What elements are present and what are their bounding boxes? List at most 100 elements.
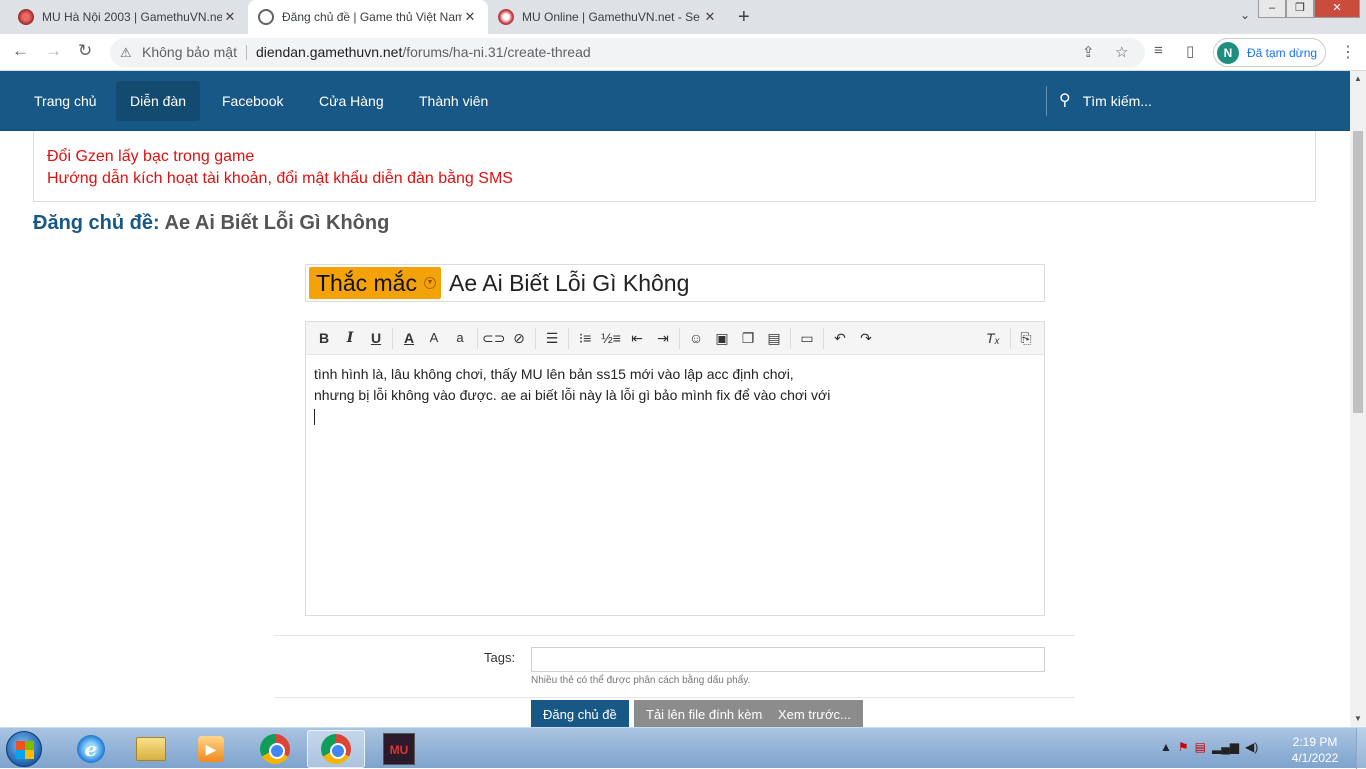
minimize-button[interactable]: – bbox=[1258, 0, 1286, 18]
outdent-icon[interactable]: ⇤ bbox=[626, 329, 648, 347]
toolbar-divider bbox=[392, 328, 393, 349]
close-window-button[interactable]: ✕ bbox=[1314, 0, 1360, 18]
link-icon[interactable]: ⊂⊃ bbox=[482, 329, 505, 347]
media-icon[interactable]: ❐ bbox=[737, 329, 759, 347]
nav-item-store[interactable]: Cửa Hàng bbox=[305, 81, 398, 121]
save-draft-icon[interactable]: ▭ bbox=[796, 329, 818, 347]
smiley-icon[interactable]: ☺ bbox=[685, 329, 707, 347]
bold-button[interactable]: B bbox=[313, 329, 335, 347]
italic-button[interactable]: I bbox=[339, 329, 361, 347]
close-tab-icon[interactable]: ✕ bbox=[222, 9, 238, 25]
align-icon[interactable]: ☰ bbox=[541, 329, 563, 347]
indent-icon[interactable]: ⇥ bbox=[652, 329, 674, 347]
scroll-down-icon[interactable]: ▼ bbox=[1350, 711, 1366, 727]
show-desktop-button[interactable] bbox=[1356, 728, 1366, 769]
windows-logo-icon-lower bbox=[16, 750, 34, 759]
editor-content[interactable]: tình hình là, lâu không chơi, thấy MU lê… bbox=[314, 364, 830, 427]
show-hidden-icons[interactable]: ▲ bbox=[1160, 740, 1172, 754]
search-label: Tìm kiếm... bbox=[1082, 93, 1152, 109]
notice-box: Đổi Gzen lấy bạc trong game Hướng dẫn kí… bbox=[33, 131, 1316, 202]
url-path: /forums/ha-ni.31/create-thread bbox=[402, 44, 591, 60]
font-size-button[interactable]: A bbox=[423, 329, 445, 347]
rich-text-editor: B I U A A a ⊂⊃ ⊘ ☰ ⁝≡ ½≡ ⇤ ⇥ ☺ ▣ ❐ ▤ ▭ ↶ bbox=[305, 321, 1045, 616]
site-search[interactable]: ⚲ Tìm kiếm... bbox=[1046, 86, 1152, 116]
share-icon[interactable]: ⇪ bbox=[1082, 38, 1095, 67]
close-tab-icon[interactable]: ✕ bbox=[702, 9, 718, 25]
taskbar-file-explorer[interactable] bbox=[122, 730, 180, 768]
toolbar-divider bbox=[477, 328, 478, 349]
taskbar-chrome[interactable] bbox=[246, 730, 304, 768]
side-panel-icon[interactable]: ▯ bbox=[1186, 42, 1194, 60]
windows-taskbar: e ▶ MU ▲ ⚑ ▤ ▂▄▆ ◀) 2:19 PM 4/1/2022 bbox=[0, 727, 1366, 769]
font-family-button[interactable]: a bbox=[449, 329, 471, 347]
divider bbox=[274, 635, 1075, 636]
nav-item-facebook[interactable]: Facebook bbox=[208, 81, 297, 121]
internet-explorer-icon: e bbox=[77, 735, 105, 763]
text-caret bbox=[314, 409, 315, 426]
maximize-button[interactable]: ❐ bbox=[1286, 0, 1314, 18]
scroll-up-icon[interactable]: ▲ bbox=[1350, 71, 1366, 87]
browser-tab[interactable]: MU Online | GamethuVN.net - Se ✕ bbox=[488, 0, 728, 34]
close-tab-icon[interactable]: ✕ bbox=[462, 9, 478, 25]
menu-icon[interactable]: ⋮ bbox=[1340, 42, 1356, 62]
browser-tab-active[interactable]: Đăng chủ đề | Game thủ Việt Nam ✕ bbox=[248, 0, 488, 34]
security-icon[interactable]: ▤ bbox=[1195, 740, 1206, 754]
image-icon[interactable]: ▣ bbox=[711, 329, 733, 347]
taskbar-chrome-active[interactable] bbox=[307, 730, 365, 768]
underline-button[interactable]: U bbox=[365, 329, 387, 347]
thread-title-input[interactable]: Ae Ai Biết Lỗi Gì Không bbox=[449, 265, 689, 301]
post-thread-button[interactable]: Đăng chủ đề bbox=[531, 700, 629, 727]
volume-icon[interactable]: ◀) bbox=[1245, 740, 1258, 754]
profile-button[interactable]: N Đã tạm dừng bbox=[1213, 38, 1326, 67]
tab-search-icon[interactable]: ⌄ bbox=[1240, 8, 1250, 22]
toggle-bbcode-icon[interactable]: ⎘ bbox=[1015, 329, 1037, 347]
media-control-icon[interactable]: ≡ bbox=[1154, 42, 1163, 59]
network-icon[interactable]: ▂▄▆ bbox=[1212, 740, 1239, 754]
tags-label: Tags: bbox=[484, 650, 516, 665]
chrome-icon bbox=[321, 734, 351, 764]
taskbar-media-player[interactable]: ▶ bbox=[182, 730, 240, 768]
back-button[interactable]: ← bbox=[12, 41, 29, 61]
address-bar[interactable]: ⚠ Không bảo mật diendan.gamethuvn.net/fo… bbox=[110, 38, 1145, 67]
taskbar-mu-game[interactable]: MU bbox=[370, 730, 428, 768]
prefix-selector[interactable]: Thắc mắc ▼ bbox=[309, 267, 441, 299]
insert-icon[interactable]: ▤ bbox=[763, 329, 785, 347]
scrollbar-thumb[interactable] bbox=[1353, 131, 1363, 413]
toolbar-divider bbox=[790, 328, 791, 349]
new-tab-button[interactable]: + bbox=[738, 6, 750, 29]
media-player-icon: ▶ bbox=[198, 736, 224, 762]
nav-item-home[interactable]: Trang chủ bbox=[20, 81, 111, 121]
notice-link[interactable]: Hướng dẫn kích hoạt tài khoản, đổi mật k… bbox=[47, 168, 1302, 190]
tags-input[interactable] bbox=[531, 647, 1045, 672]
chrome-icon bbox=[260, 734, 290, 764]
reload-button[interactable]: ↻ bbox=[78, 41, 92, 61]
chevron-down-icon: ▼ bbox=[423, 277, 436, 289]
system-clock[interactable]: 2:19 PM 4/1/2022 bbox=[1285, 734, 1345, 766]
thread-title-field[interactable]: Thắc mắc ▼ Ae Ai Biết Lỗi Gì Không bbox=[305, 264, 1045, 302]
bullet-list-icon[interactable]: ⁝≡ bbox=[574, 329, 596, 347]
flag-icon[interactable]: ⚑ bbox=[1178, 740, 1189, 754]
bookmark-star-icon[interactable]: ☆ bbox=[1115, 38, 1128, 67]
font-color-button[interactable]: A bbox=[398, 329, 420, 347]
preview-button[interactable]: Xem trước... bbox=[766, 700, 863, 727]
browser-tab-strip: MU Hà Nội 2003 | GamethuVN.ne ✕ Đăng chủ… bbox=[0, 0, 1366, 34]
forward-button[interactable]: → bbox=[45, 41, 62, 61]
warning-icon[interactable]: ⚠ bbox=[120, 38, 132, 67]
toolbar-divider bbox=[1010, 328, 1011, 349]
browser-tab[interactable]: MU Hà Nội 2003 | GamethuVN.ne ✕ bbox=[8, 0, 248, 34]
nav-item-forums[interactable]: Diễn đàn bbox=[116, 81, 201, 121]
notice-link[interactable]: Đổi Gzen lấy bạc trong game bbox=[47, 146, 1302, 168]
security-label[interactable]: Không bảo mật bbox=[142, 38, 237, 67]
numbered-list-icon[interactable]: ½≡ bbox=[600, 329, 622, 347]
remove-format-icon[interactable]: Tₓ bbox=[982, 329, 1004, 347]
url-text[interactable]: diendan.gamethuvn.net/forums/ha-ni.31/cr… bbox=[256, 38, 591, 67]
nav-item-members[interactable]: Thành viên bbox=[405, 81, 502, 121]
clock-date: 4/1/2022 bbox=[1291, 751, 1339, 765]
page-scrollbar[interactable]: ▲ ▼ bbox=[1350, 71, 1366, 727]
start-button[interactable] bbox=[6, 731, 42, 767]
upload-attachment-button[interactable]: Tải lên file đính kèm bbox=[634, 700, 775, 727]
undo-icon[interactable]: ↶ bbox=[829, 329, 851, 347]
redo-icon[interactable]: ↷ bbox=[855, 329, 877, 347]
unlink-icon[interactable]: ⊘ bbox=[508, 329, 530, 347]
taskbar-internet-explorer[interactable]: e bbox=[62, 730, 120, 768]
